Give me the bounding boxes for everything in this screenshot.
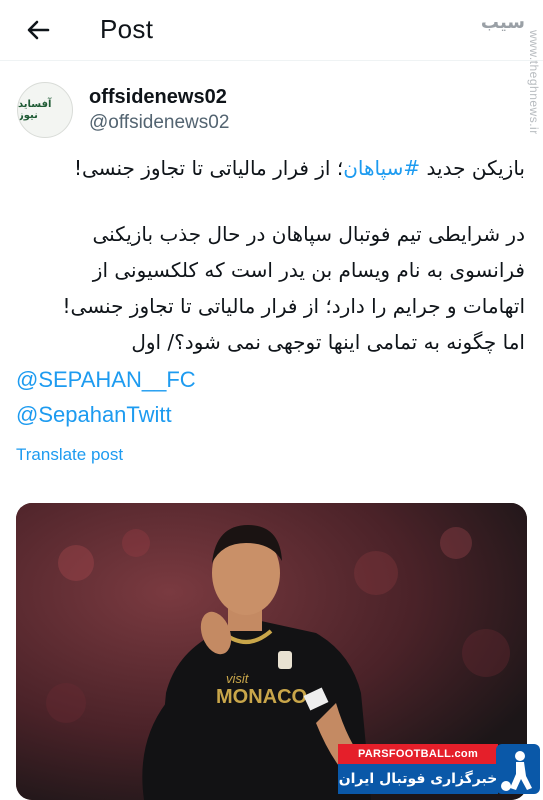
tweet-headline: بازیکن جدید #سپاهان؛ از فرار مالیاتی تا … [16,150,525,186]
avatar-logo-text: آفساید نیوز [18,99,52,121]
avatar[interactable]: آفساید نیوز [17,82,73,138]
hashtag-link[interactable]: #سپاهان [343,156,420,180]
author-display-name[interactable]: offsidenews02 [89,86,227,109]
shirt-text-monaco: MONACO [216,686,307,708]
top-bar: Post سیب www.theghnews.ir [0,0,543,135]
tweet-body-line: فرانسوی به نام ویسام بن یدر است که کلکسی… [92,258,525,282]
tweet-body-line: اما چگونه به تمامی اینها توجهی نمی شود؟/… [131,330,525,354]
author-handle[interactable]: @offsidenews02 [89,112,229,134]
watermark-logo: سیب [480,12,525,33]
parsfootball-badge: PARSFOOTBALL.com خبرگزاری فوتبال ایران [338,744,543,800]
tweet-text: بازیکن جدید #سپاهان؛ از فرار مالیاتی تا … [16,150,526,360]
sponsor-bottom-text: خبرگزاری فوتبال ایران [338,764,498,794]
tweet-body-line: اتهامات و جرایم را دارد؛ از فرار مالیاتی… [62,294,526,318]
mention-sepahan-twitt[interactable]: @SepahanTwitt [16,402,172,428]
headline-prefix: بازیکن جدید [420,156,525,180]
page-title: Post [100,14,154,44]
mention-sepahan-fc[interactable]: @SEPAHAN__FC [16,367,196,393]
watermark-url: www.theghnews.ir [527,30,541,135]
shirt-text-visit: visit [226,671,250,686]
football-player-icon [496,744,540,796]
post-page: Post سیب www.theghnews.ir آفساید نیوز of… [0,0,543,800]
sponsor-top-text: PARSFOOTBALL.com [338,744,498,764]
back-arrow-icon[interactable] [22,14,54,46]
translate-post-link[interactable]: Translate post [16,445,123,465]
tweet-body-line: در شرایطی تیم فوتبال سپاهان در حال جذب ب… [92,222,525,246]
headline-suffix: ؛ از فرار مالیاتی تا تجاوز جنسی! [73,156,344,180]
